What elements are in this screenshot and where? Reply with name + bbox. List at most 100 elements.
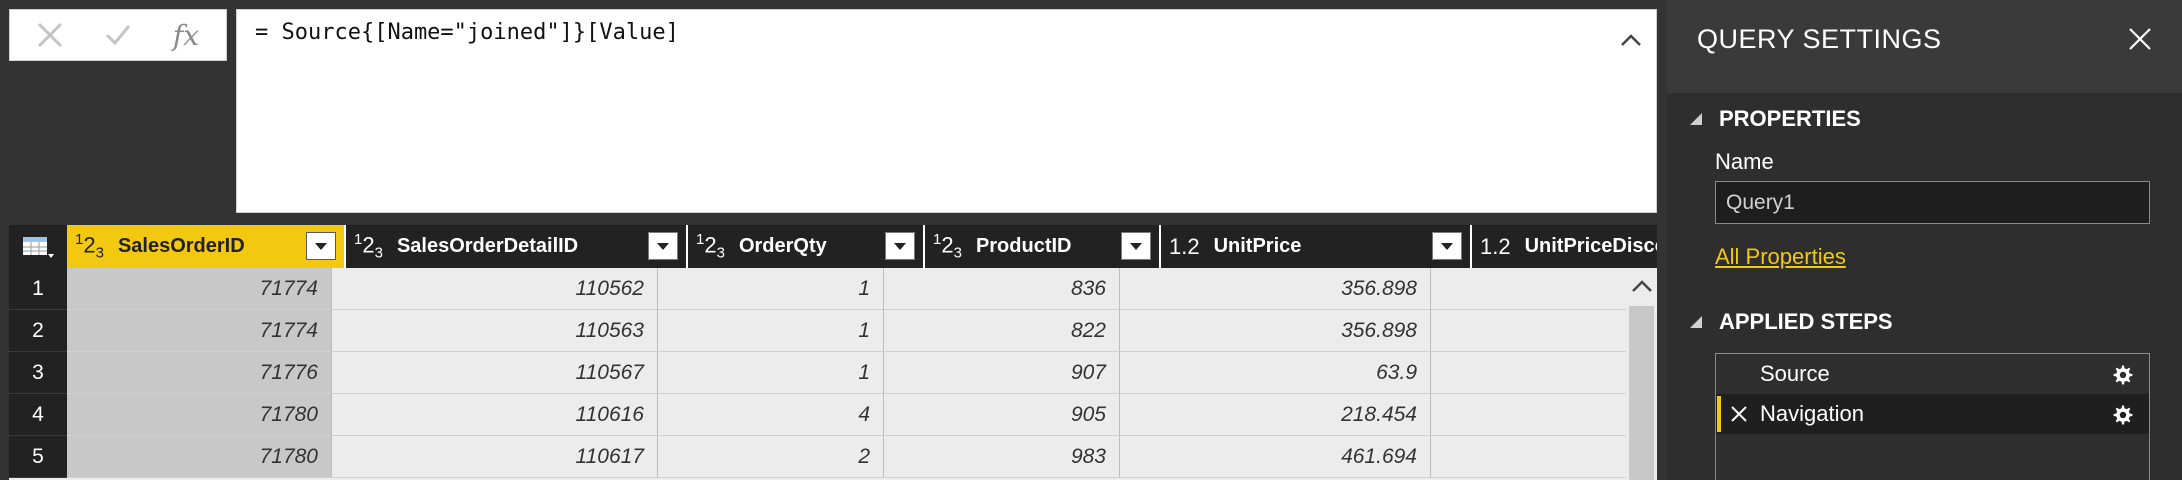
column-name: UnitPriceDiscount [1524, 235, 1657, 257]
cell[interactable] [1431, 268, 1626, 310]
cell[interactable]: 983 [884, 436, 1120, 478]
all-properties-link[interactable]: All Properties [1715, 244, 1846, 270]
column-header-salesorderid[interactable]: 123 SalesOrderID [67, 225, 346, 268]
step-label: Navigation [1760, 401, 1864, 426]
cell[interactable]: 907 [884, 352, 1120, 394]
query-name-input[interactable] [1715, 181, 2150, 224]
cell[interactable]: 356.898 [1120, 310, 1431, 352]
column-header-salesorderdetailid[interactable]: 123 SalesOrderDetailID [346, 225, 688, 268]
selected-indicator [1717, 396, 1721, 432]
fx-label: fx [172, 18, 200, 52]
cell[interactable]: 218.454 [1120, 394, 1431, 436]
scrollbar-thumb[interactable] [1629, 306, 1654, 480]
grid-header-row: 123 SalesOrderID 123 SalesOrderDetailID … [9, 225, 1657, 268]
column-name: ProductID [975, 235, 1072, 257]
cell[interactable]: 905 [884, 394, 1120, 436]
cell[interactable]: 461.694 [1120, 436, 1431, 478]
column-name: SalesOrderDetailID [396, 235, 579, 257]
formula-editor[interactable]: = Source{[Name="joined"]}[Value] [236, 9, 1657, 213]
table-row: 2 71774 110563 1 822 356.898 [9, 310, 1626, 352]
applied-steps-list: Source Navigation [1715, 353, 2150, 480]
formula-button-group: fx [9, 9, 227, 61]
commit-formula-button[interactable] [92, 15, 144, 55]
formula-text[interactable]: = Source{[Name="joined"]}[Value] [255, 20, 679, 45]
cell[interactable]: 63.9 [1120, 352, 1431, 394]
row-number[interactable]: 2 [9, 310, 67, 352]
cell[interactable]: 356.898 [1120, 268, 1431, 310]
chevron-up-icon[interactable] [1620, 32, 1642, 48]
table-menu-button[interactable] [9, 225, 67, 268]
close-x-icon [37, 22, 63, 48]
column-header-productid[interactable]: 123 ProductID [925, 225, 1161, 268]
collapse-triangle-icon [1690, 316, 1702, 328]
cell[interactable]: 836 [884, 268, 1120, 310]
cell[interactable]: 110562 [332, 268, 658, 310]
vertical-scrollbar[interactable] [1626, 268, 1657, 480]
whole-number-type-icon[interactable]: 123 [75, 231, 104, 262]
column-header-orderqty[interactable]: 123 OrderQty [688, 225, 925, 268]
whole-number-type-icon[interactable]: 123 [354, 231, 383, 262]
whole-number-type-icon[interactable]: 123 [696, 231, 725, 262]
cell[interactable]: 110567 [332, 352, 658, 394]
insert-function-button[interactable]: fx [160, 15, 212, 55]
applied-steps-section-toggle[interactable]: APPLIED STEPS [1689, 309, 1893, 335]
column-filter-dropdown[interactable] [306, 232, 336, 260]
cell[interactable]: 110617 [332, 436, 658, 478]
table-row: 5 71780 110617 2 983 461.694 [9, 436, 1626, 478]
cell[interactable]: 110616 [332, 394, 658, 436]
decimal-number-type-icon[interactable]: 1.2 [1480, 234, 1511, 260]
properties-section-toggle[interactable]: PROPERTIES [1689, 106, 1861, 132]
step-item-navigation[interactable]: Navigation [1716, 394, 2149, 434]
column-name: OrderQty [738, 235, 827, 257]
cell[interactable]: 4 [658, 394, 884, 436]
cell[interactable]: 1 [658, 310, 884, 352]
row-number[interactable]: 4 [9, 394, 67, 436]
column-header-unitprice[interactable]: 1.2 UnitPrice [1161, 225, 1472, 268]
cell[interactable] [1431, 310, 1626, 352]
cell[interactable]: 71774 [67, 268, 332, 310]
cell[interactable]: 71780 [67, 394, 332, 436]
column-filter-dropdown[interactable] [648, 232, 678, 260]
column-filter-dropdown[interactable] [885, 232, 915, 260]
cell[interactable]: 1 [658, 352, 884, 394]
column-header-unitpricediscount[interactable]: 1.2 UnitPriceDiscount [1472, 225, 1657, 268]
cell[interactable]: 71780 [67, 436, 332, 478]
cell[interactable]: 1 [658, 268, 884, 310]
cell[interactable]: 71774 [67, 310, 332, 352]
cell[interactable]: 110563 [332, 310, 658, 352]
step-item-source[interactable]: Source [1716, 354, 2149, 394]
table-row: 1 71774 110562 1 836 356.898 [9, 268, 1626, 310]
row-number[interactable]: 5 [9, 436, 67, 478]
whole-number-type-icon[interactable]: 123 [933, 231, 962, 262]
decimal-number-type-icon[interactable]: 1.2 [1169, 234, 1200, 260]
cell[interactable]: 71776 [67, 352, 332, 394]
checkmark-icon [105, 25, 131, 46]
gear-icon[interactable] [2112, 404, 2134, 426]
dropdown-arrow-icon [1441, 243, 1453, 250]
section-title: APPLIED STEPS [1719, 309, 1893, 334]
row-number[interactable]: 3 [9, 352, 67, 394]
close-icon[interactable] [2127, 26, 2153, 52]
data-grid: 123 SalesOrderID 123 SalesOrderDetailID … [9, 225, 1657, 480]
gear-icon[interactable] [2112, 364, 2134, 386]
cell[interactable] [1431, 352, 1626, 394]
pane-title: QUERY SETTINGS [1697, 24, 1942, 54]
delete-step-icon[interactable] [1730, 405, 1748, 423]
cell[interactable] [1431, 394, 1626, 436]
row-number[interactable]: 1 [9, 268, 67, 310]
cell[interactable]: 2 [658, 436, 884, 478]
step-label: Source [1760, 361, 1830, 386]
column-filter-dropdown[interactable] [1432, 232, 1462, 260]
query-settings-pane: QUERY SETTINGS PROPERTIES Name All Prope… [1667, 0, 2182, 480]
dropdown-arrow-icon [657, 243, 669, 250]
chevron-up-icon[interactable] [1631, 278, 1653, 294]
collapse-triangle-icon [1690, 113, 1702, 125]
name-label: Name [1715, 149, 1774, 174]
section-title: PROPERTIES [1719, 106, 1861, 131]
pane-header: QUERY SETTINGS [1667, 0, 2182, 93]
cancel-formula-button[interactable] [24, 15, 76, 55]
cell[interactable] [1431, 436, 1626, 478]
grid-body: 1 71774 110562 1 836 356.898 2 71774 110… [9, 268, 1626, 478]
column-filter-dropdown[interactable] [1121, 232, 1151, 260]
cell[interactable]: 822 [884, 310, 1120, 352]
